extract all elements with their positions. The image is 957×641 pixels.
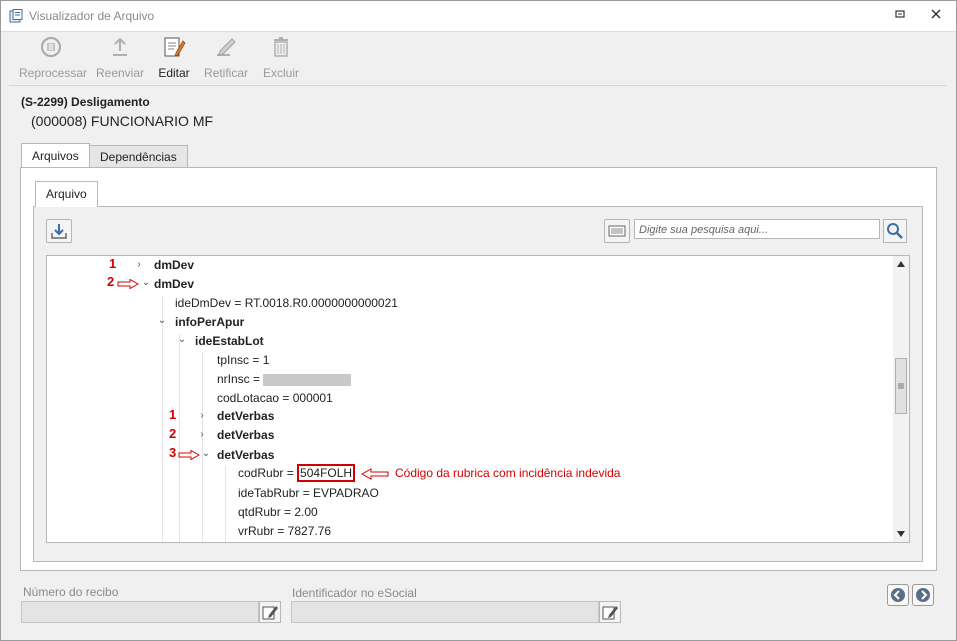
next-button[interactable] — [912, 584, 934, 606]
tree-leaf-codlotacao[interactable]: codLotacao = 000001 — [217, 389, 333, 407]
upload-icon — [113, 37, 127, 56]
reenviar-label: Reenviar — [95, 66, 145, 80]
reprocessar-button[interactable]: Reprocessar — [19, 35, 88, 80]
arrow-left-icon — [891, 588, 905, 602]
tree-guide — [179, 334, 180, 542]
recibo-input[interactable] — [21, 601, 259, 623]
title-bar: Visualizador de Arquivo — [1, 1, 956, 32]
chevron-right-icon[interactable]: › — [134, 259, 144, 270]
window-title: Visualizador de Arquivo — [29, 9, 155, 23]
codrubr-label: codRubr = — [238, 466, 298, 480]
codrubr-highlight: 504FOLH — [297, 464, 356, 482]
tab-arquivo[interactable]: Arquivo — [35, 181, 98, 207]
recibo-label: Número do recibo — [23, 585, 119, 599]
event-title: (S-2299) Desligamento — [21, 95, 150, 109]
scroll-up-icon[interactable] — [896, 260, 906, 268]
tree-leaf-vrrubr[interactable]: vrRubr = 7827.76 — [238, 522, 331, 540]
tree-guide — [225, 466, 226, 542]
chevron-right-icon[interactable]: › — [197, 429, 207, 440]
nrinsc-label: nrInsc = — [217, 372, 264, 386]
tree-node-dmdev[interactable]: dmDev — [154, 256, 194, 274]
chevron-right-icon[interactable]: › — [197, 410, 207, 421]
editar-label: Editar — [158, 66, 190, 80]
esocial-input[interactable] — [291, 601, 599, 623]
excluir-label: Excluir — [262, 66, 299, 80]
annotation-arrow-icon — [178, 450, 200, 460]
edit-icon — [602, 606, 618, 620]
edit-icon — [262, 606, 278, 620]
annotation-number: 2 — [107, 274, 115, 289]
arrow-right-icon — [916, 588, 930, 602]
chevron-down-icon[interactable]: ⌄ — [201, 448, 211, 459]
tree-leaf-qtdrubr[interactable]: qtdRubr = 2.00 — [238, 503, 318, 521]
esocial-label: Identificador no eSocial — [292, 586, 417, 600]
tree-leaf-idedmdev[interactable]: ideDmDev = RT.0018.R0.0000000000021 — [175, 294, 398, 312]
annotation-note: Código da rubrica com incidência indevid… — [395, 466, 621, 480]
excluir-button[interactable]: Excluir — [261, 35, 301, 80]
tree-guide — [162, 296, 163, 542]
tree-node-detverbas[interactable]: detVerbas — [217, 446, 274, 464]
retificar-label: Retificar — [203, 66, 248, 80]
tree-node-dmdev[interactable]: dmDev — [154, 275, 194, 293]
tree-node-ideestablot[interactable]: ideEstabLot — [195, 332, 264, 350]
reprocessar-label: Reprocessar — [19, 66, 88, 80]
esocial-edit-button[interactable] — [599, 601, 621, 623]
reenviar-button[interactable]: Reenviar — [95, 35, 145, 80]
edit-icon — [164, 37, 186, 57]
search-button[interactable] — [883, 219, 907, 243]
employee-name: (000008) FUNCIONARIO MF — [31, 113, 214, 129]
tab-arquivos[interactable]: Arquivos — [21, 143, 90, 169]
app-icon — [9, 9, 23, 23]
tree-leaf-tpinsc[interactable]: tpInsc = 1 — [217, 351, 269, 369]
rectify-icon — [217, 38, 236, 56]
retificar-button[interactable]: Retificar — [201, 35, 251, 80]
annotation-number: 1 — [169, 407, 177, 422]
close-icon[interactable] — [927, 7, 945, 25]
search-icon — [887, 223, 903, 239]
annotation-number: 2 — [169, 426, 177, 441]
search-input[interactable]: Digite sua pesquisa aqui... — [634, 219, 880, 239]
annotation-arrow-icon — [117, 279, 139, 289]
redacted-block — [263, 373, 352, 386]
arquivo-panel: Digite sua pesquisa aqui... 1 › dmDev 2 — [33, 206, 923, 562]
reprocess-icon — [41, 37, 61, 57]
chevron-down-icon[interactable]: ⌄ — [141, 277, 151, 288]
editar-button[interactable]: Editar — [155, 35, 193, 80]
toolbar-divider — [9, 85, 947, 86]
restore-icon[interactable] — [891, 7, 909, 25]
tree-leaf-codrubr[interactable]: codRubr = 504FOLH — [238, 464, 356, 482]
tree-leaf-idetabrubr[interactable]: ideTabRubr = EVPADRAO — [238, 484, 379, 502]
tree-guide — [202, 352, 203, 542]
annotation-arrow-left-icon — [361, 468, 389, 480]
annotation-number: 3 — [169, 445, 177, 460]
trash-icon — [274, 37, 288, 57]
chevron-down-icon[interactable]: ⌄ — [157, 315, 167, 326]
scroll-down-icon[interactable] — [896, 530, 906, 538]
arquivos-panel: Arquivo Digite sua pesquisa aqui... 1 › … — [20, 167, 937, 571]
download-icon — [51, 224, 67, 239]
file-viewer-window: Visualizador de Arquivo Reprocessar Reen… — [0, 0, 957, 641]
xml-tree[interactable]: 1 › dmDev 2 ⌄ dmDev ideDmDev = RT.0018.R… — [46, 255, 910, 543]
scrollbar-thumb[interactable] — [895, 358, 907, 414]
download-button[interactable] — [46, 219, 72, 243]
xml-view-button[interactable] — [604, 219, 630, 243]
tree-node-detverbas[interactable]: detVerbas — [217, 407, 274, 425]
previous-button[interactable] — [887, 584, 909, 606]
recibo-edit-button[interactable] — [259, 601, 281, 623]
tree-leaf-nrinsc[interactable]: nrInsc = — [217, 370, 352, 388]
tab-dependencias[interactable]: Dependências — [89, 145, 188, 168]
chevron-down-icon[interactable]: ⌄ — [177, 334, 187, 345]
keyboard-icon — [608, 225, 626, 237]
annotation-number: 1 — [109, 256, 117, 271]
tree-node-detverbas[interactable]: detVerbas — [217, 426, 274, 444]
tree-node-infoperapur[interactable]: infoPerApur — [175, 313, 244, 331]
vertical-scrollbar[interactable] — [893, 256, 909, 542]
